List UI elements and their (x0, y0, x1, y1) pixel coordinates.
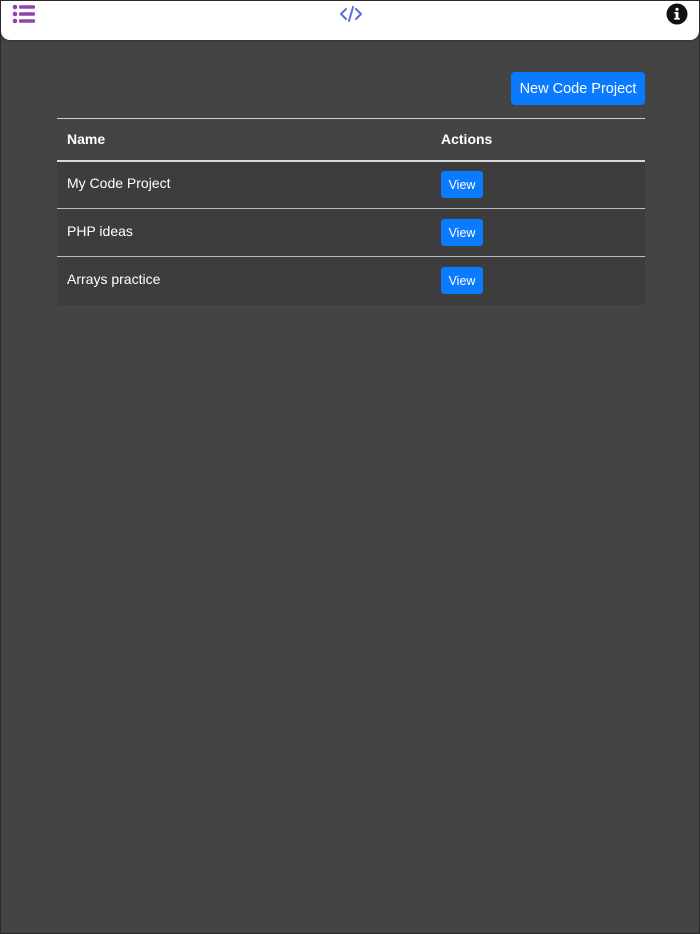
info-circle-icon[interactable] (665, 2, 689, 26)
list-icon-graphic (12, 4, 35, 24)
code-icon[interactable] (338, 3, 364, 25)
column-header-actions: Actions (431, 118, 645, 162)
info-circle-icon-graphic (666, 3, 688, 25)
app-window: New Code Project Name Actions My Code Pr… (0, 0, 700, 934)
project-name: Arrays practice (67, 270, 161, 287)
project-name-cell: Arrays practice (57, 257, 431, 305)
project-actions-cell: View (431, 257, 645, 305)
project-name: My Code Project (67, 174, 171, 191)
table-row: My Code Project View (57, 160, 645, 209)
view-button[interactable]: View (441, 171, 483, 199)
table-header-row: Name Actions (57, 118, 645, 162)
top-toolbar (1, 1, 699, 40)
code-icon-graphic (340, 6, 362, 22)
view-button[interactable]: View (441, 219, 483, 246)
column-header-name: Name (57, 118, 431, 162)
project-name: PHP ideas (67, 222, 133, 239)
view-button[interactable]: View (441, 267, 483, 295)
list-icon[interactable] (11, 2, 37, 26)
projects-table: Name Actions My Code Project View PHP id… (57, 118, 645, 305)
project-name-cell: My Code Project (57, 160, 431, 209)
table-row: PHP ideas View (57, 208, 645, 257)
table-row: Arrays practice View (57, 256, 645, 305)
project-name-cell: PHP ideas (57, 208, 431, 257)
project-actions-cell: View (431, 160, 645, 209)
project-actions-cell: View (431, 208, 645, 257)
new-code-project-button[interactable]: New Code Project (511, 72, 645, 105)
